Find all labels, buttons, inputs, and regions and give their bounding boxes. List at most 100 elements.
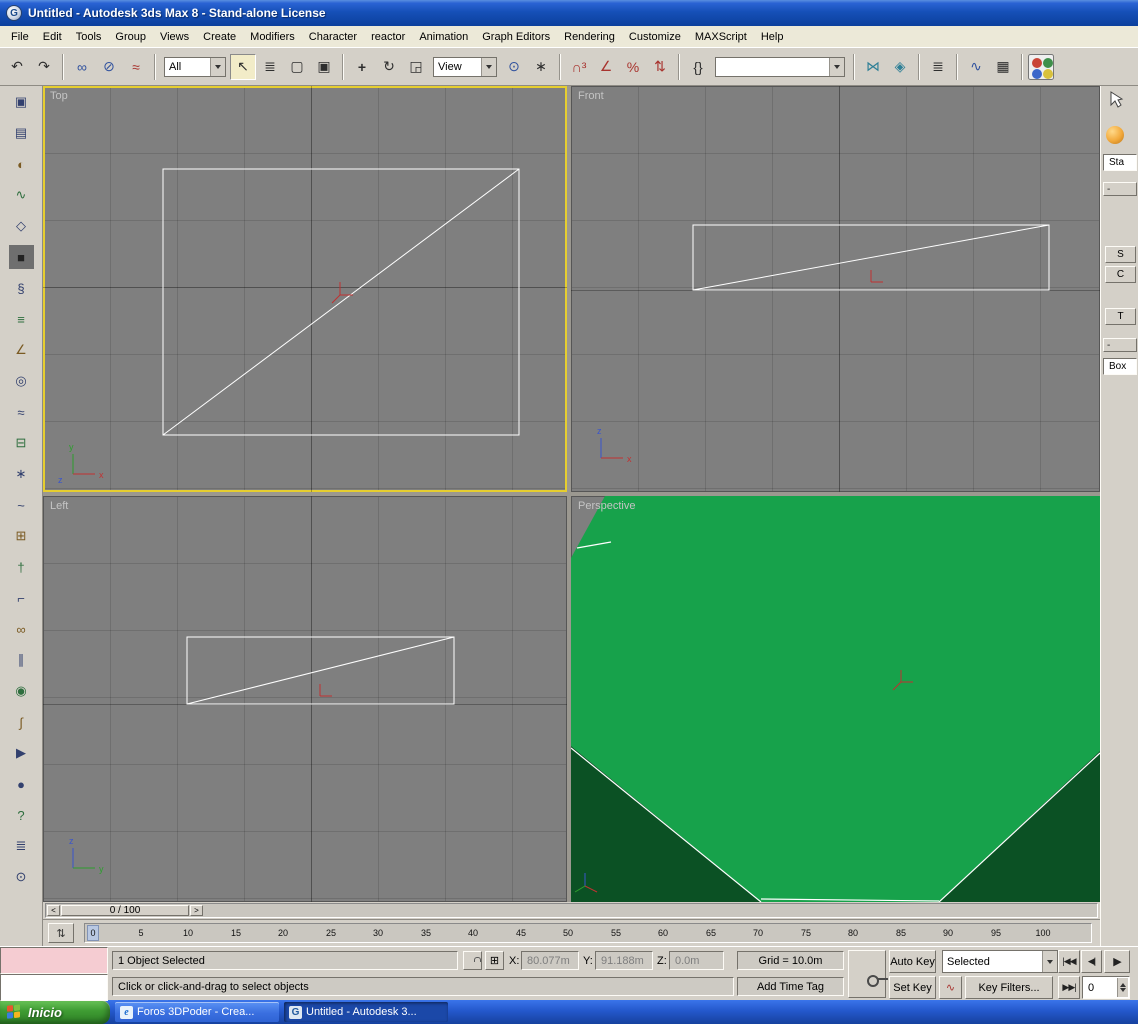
reactor-fracture-icon[interactable]: ∗	[8, 462, 34, 486]
menu-character[interactable]: Character	[302, 28, 364, 46]
reactor-soft-body-collection-icon[interactable]: ◐	[8, 152, 34, 176]
reactor-utils-icon[interactable]: ⊙	[8, 865, 34, 889]
start-button[interactable]: Inicio	[0, 1000, 110, 1024]
primitive-button[interactable]: C	[1105, 266, 1136, 283]
add-time-tag[interactable]: Add Time Tag	[737, 977, 844, 996]
viewport-front-canvas[interactable]: z x	[571, 86, 1100, 492]
selection-lock-toggle[interactable]	[463, 951, 482, 970]
use-pivot-point-center-icon[interactable]: ⊙	[501, 54, 527, 80]
mini-curve-editor-icon[interactable]: ⇅	[48, 923, 74, 943]
previous-frame-icon[interactable]: ◀|	[1081, 950, 1102, 973]
viewport-perspective-canvas[interactable]	[571, 496, 1100, 902]
redo-icon[interactable]: ↷	[31, 54, 57, 80]
viewport-front[interactable]: Front z x	[571, 86, 1100, 492]
chevron-down-icon[interactable]	[829, 57, 844, 76]
reactor-cloth-collection-icon[interactable]: ▤	[8, 121, 34, 145]
selection-filter-dropdown[interactable]: All	[164, 56, 226, 77]
reference-coordinate-system-dropdown[interactable]: View	[433, 56, 497, 77]
object-name-field[interactable]: Box	[1103, 358, 1137, 375]
absolute-mode-toggle[interactable]: ⊞	[485, 951, 504, 970]
bind-to-space-warp-icon[interactable]: ≈	[123, 54, 149, 80]
menu-edit[interactable]: Edit	[36, 28, 69, 46]
auto-key-button[interactable]: Auto Key	[889, 950, 936, 973]
go-to-end-icon[interactable]: ▶▶|	[1058, 976, 1080, 999]
box-object-shaded[interactable]	[571, 496, 1100, 902]
chevron-down-icon[interactable]	[481, 57, 496, 76]
track-bar-ruler[interactable]: 0 5 10 15 20 25 30 35 40 45 50 55 60 65 …	[84, 923, 1092, 943]
z-coordinate-field[interactable]: 0.0m	[669, 951, 724, 970]
reactor-rag-doll-constraint-icon[interactable]: †	[8, 555, 34, 579]
reactor-point-path-constraint-icon[interactable]: ∫	[8, 710, 34, 734]
schematic-view-icon[interactable]: ▦	[990, 54, 1016, 80]
viewport-top-canvas[interactable]: y x z	[43, 86, 567, 492]
set-keys-button[interactable]	[848, 950, 886, 998]
name-color-rollout[interactable]: -	[1103, 338, 1137, 352]
reactor-rope-collection-icon[interactable]: ∿	[8, 183, 34, 207]
viewport-left-canvas[interactable]: z y	[43, 496, 567, 902]
menu-rendering[interactable]: Rendering	[557, 28, 622, 46]
y-coordinate-field[interactable]: 91.188m	[595, 951, 653, 970]
current-frame-field[interactable]: 0	[1082, 976, 1130, 999]
maxscript-macro-recorder[interactable]	[0, 947, 108, 974]
object-type-rollout[interactable]: -	[1103, 182, 1137, 196]
reactor-linear-dashpot-icon[interactable]: ≡	[8, 307, 34, 331]
taskbar-task-3dsmax[interactable]: G Untitled - Autodesk 3...	[284, 1002, 448, 1022]
create-tab-icon[interactable]	[1109, 91, 1125, 109]
menu-help[interactable]: Help	[754, 28, 791, 46]
reactor-analyze-world-icon[interactable]: ?	[8, 803, 34, 827]
box-object-wireframe[interactable]	[162, 168, 520, 436]
primitive-button[interactable]: S	[1105, 246, 1136, 263]
select-by-name-icon[interactable]: ≣	[257, 54, 283, 80]
x-coordinate-field[interactable]: 80.077m	[521, 951, 579, 970]
reactor-motor-icon[interactable]: ◎	[8, 369, 34, 393]
reactor-deforming-mesh-icon[interactable]: ◇	[8, 214, 34, 238]
menu-group[interactable]: Group	[108, 28, 153, 46]
window-crossing-icon[interactable]: ▣	[311, 54, 337, 80]
angle-snap-toggle-icon[interactable]: ∠	[593, 54, 619, 80]
select-and-link-icon[interactable]: ∞	[69, 54, 95, 80]
menu-graph-editors[interactable]: Graph Editors	[475, 28, 557, 46]
reactor-car-wheel-constraint-icon[interactable]: ◉	[8, 679, 34, 703]
reactor-prismatic-constraint-icon[interactable]: ∥	[8, 648, 34, 672]
named-selection-sets-dropdown[interactable]	[715, 56, 845, 77]
material-editor-icon[interactable]	[1028, 53, 1054, 80]
menu-maxscript[interactable]: MAXScript	[688, 28, 754, 46]
reactor-toy-car-icon[interactable]: ⊟	[8, 431, 34, 455]
primitive-button[interactable]: T	[1105, 308, 1136, 325]
primitive-category-dropdown[interactable]: Sta	[1103, 154, 1137, 171]
viewport-perspective[interactable]: Perspective	[571, 496, 1100, 902]
rectangular-selection-region-icon[interactable]: ▢	[284, 54, 310, 80]
snaps-toggle-icon[interactable]: ∩³	[566, 54, 592, 80]
select-and-move-icon[interactable]: +	[349, 54, 375, 80]
viewport-top[interactable]: Top y x z	[43, 86, 567, 492]
select-and-scale-icon[interactable]: ◲	[403, 54, 429, 80]
title-bar[interactable]: G Untitled - Autodesk 3ds Max 8 - Stand-…	[0, 0, 1138, 26]
reactor-point-point-constraint-icon[interactable]: ∞	[8, 617, 34, 641]
set-key-button[interactable]: Set Key	[889, 976, 936, 999]
menu-tools[interactable]: Tools	[69, 28, 109, 46]
selection-set-dropdown[interactable]: Selected	[942, 950, 1058, 973]
menu-file[interactable]: File	[4, 28, 36, 46]
taskbar-task-browser[interactable]: e Foros 3DPoder - Crea...	[115, 1002, 279, 1022]
time-slider-handle[interactable]: 0 / 100	[61, 905, 189, 916]
reactor-wind-icon[interactable]: ≈	[8, 400, 34, 424]
time-slider-prev-icon[interactable]: <	[47, 905, 60, 916]
reactor-preview-animation-icon[interactable]: ▶	[8, 741, 34, 765]
maxscript-mini-listener[interactable]	[0, 974, 108, 1001]
curve-editor-icon[interactable]: ∿	[963, 54, 989, 80]
spinner-snap-toggle-icon[interactable]: ⇅	[647, 54, 673, 80]
menu-create[interactable]: Create	[196, 28, 243, 46]
select-and-manipulate-icon[interactable]: ∗	[528, 54, 554, 80]
reactor-hinge-constraint-icon[interactable]: ⌐	[8, 586, 34, 610]
default-in-out-tangents-icon[interactable]: ∿	[939, 976, 962, 999]
unlink-selection-icon[interactable]: ⊘	[96, 54, 122, 80]
menu-modifiers[interactable]: Modifiers	[243, 28, 302, 46]
reactor-create-animation-icon[interactable]: ●	[8, 772, 34, 796]
reactor-rigid-body-collection-icon[interactable]: ▣	[8, 90, 34, 114]
menu-views[interactable]: Views	[153, 28, 196, 46]
select-and-rotate-icon[interactable]: ↻	[376, 54, 402, 80]
reactor-plane-icon[interactable]: ■	[8, 245, 34, 269]
reactor-water-icon[interactable]: ~	[8, 493, 34, 517]
align-icon[interactable]: ◈	[887, 54, 913, 80]
mirror-icon[interactable]: ⋈	[860, 54, 886, 80]
